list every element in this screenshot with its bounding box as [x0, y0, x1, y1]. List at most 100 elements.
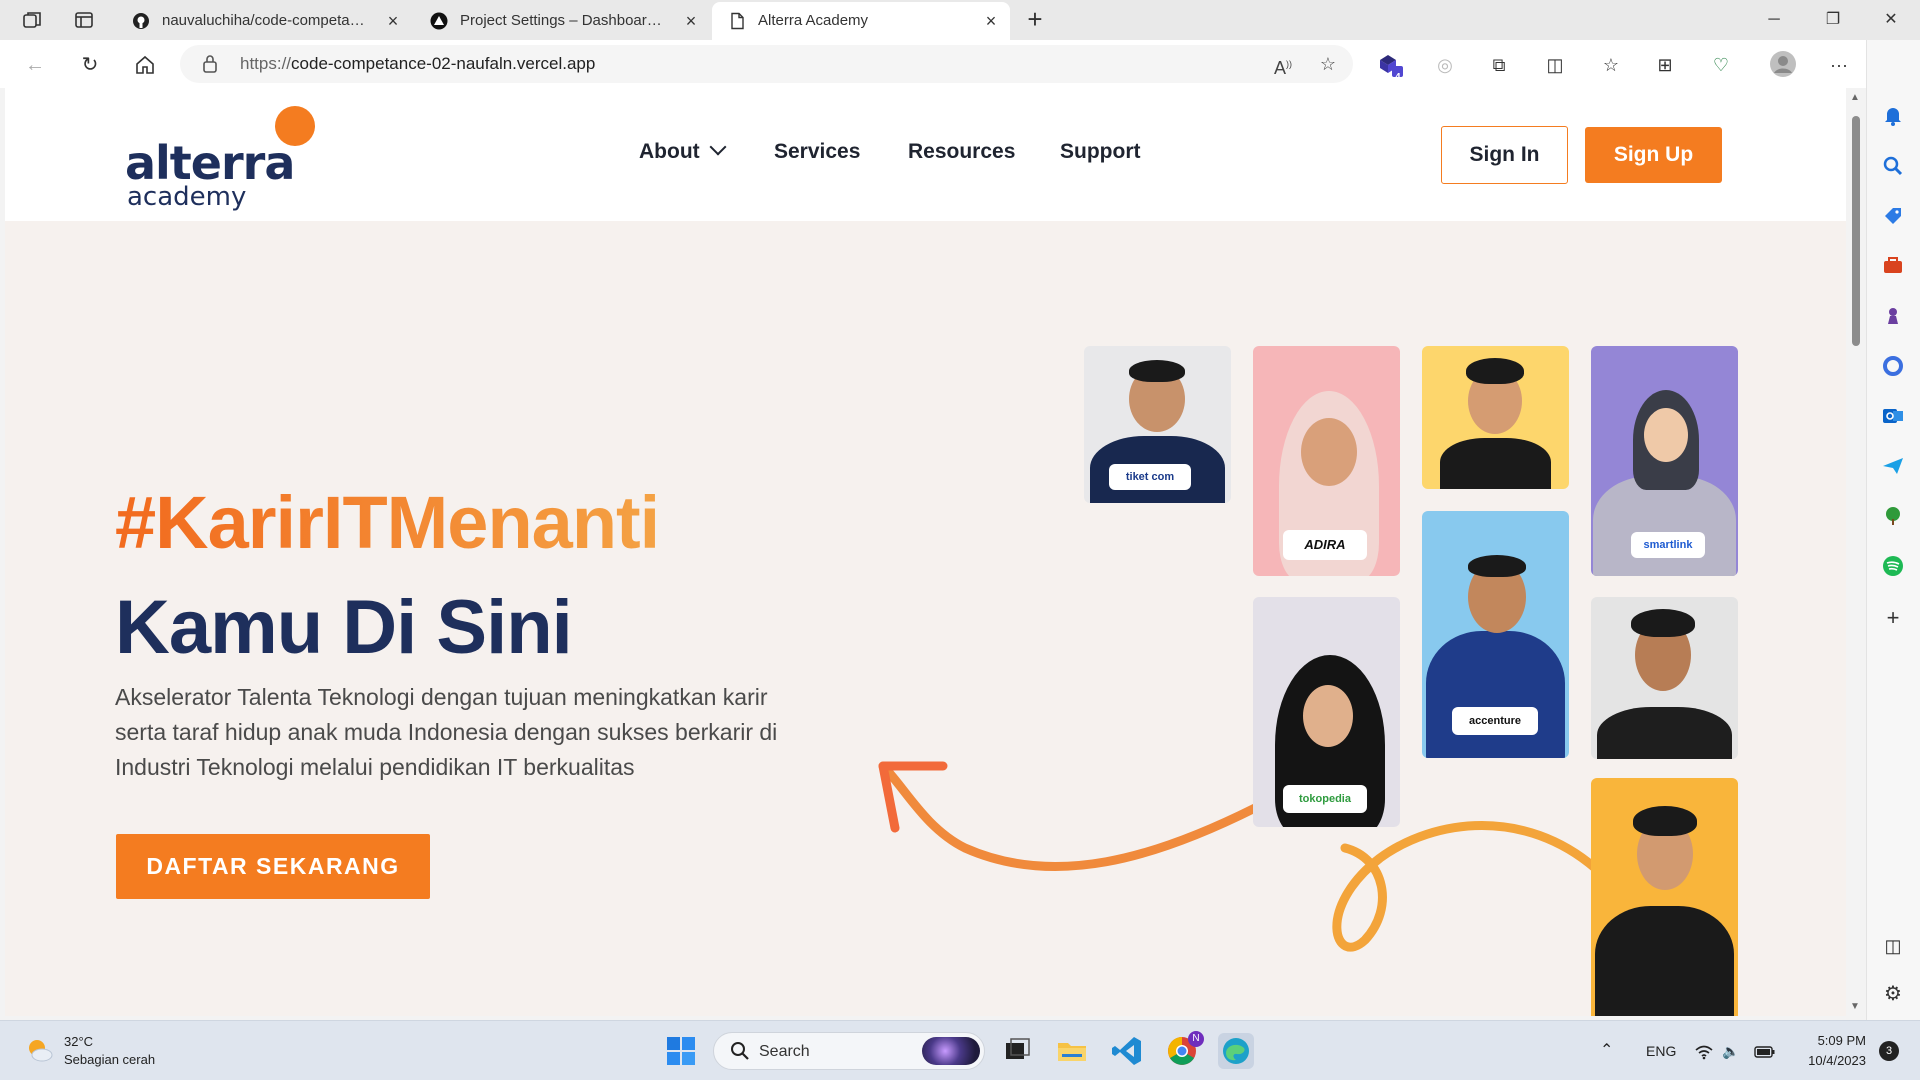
- search-icon: [731, 1042, 749, 1060]
- clock-date: 10/4/2023: [1808, 1053, 1866, 1068]
- extension-icon[interactable]: 4: [1375, 50, 1405, 83]
- person-hair: [1633, 806, 1697, 836]
- sign-in-button[interactable]: Sign In: [1441, 126, 1568, 184]
- close-window-button[interactable]: ✕: [1863, 0, 1919, 40]
- nav-services[interactable]: Services: [774, 140, 860, 164]
- chevron-down-icon: [709, 138, 727, 156]
- alumni-photo-adira: ADIRA: [1253, 346, 1400, 576]
- notification-count-badge[interactable]: 3: [1879, 1041, 1899, 1061]
- spotify-icon[interactable]: [1879, 552, 1907, 580]
- refresh-button[interactable]: ↻: [75, 50, 105, 80]
- chrome-profile-badge: N: [1188, 1031, 1204, 1047]
- browser-essentials-icon[interactable]: ♡: [1706, 50, 1736, 80]
- settings-more-icon[interactable]: ···: [1824, 50, 1854, 80]
- search-icon[interactable]: [1879, 152, 1907, 180]
- system-clock[interactable]: 5:09 PM 10/4/2023: [1786, 1031, 1866, 1071]
- home-icon: [136, 55, 154, 74]
- home-button[interactable]: [130, 50, 160, 80]
- file-explorer-icon[interactable]: [1054, 1033, 1090, 1069]
- collections-icon[interactable]: ⊞: [1650, 50, 1680, 80]
- alumni-photo-tokopedia: tokopedia: [1253, 597, 1400, 827]
- weather-widget[interactable]: 32°C Sebagian cerah: [64, 1033, 155, 1069]
- person-body: [1597, 707, 1732, 759]
- extensions-puzzle-icon[interactable]: ⧉: [1484, 50, 1514, 80]
- page-scrollbar[interactable]: ▲ ▼: [1846, 88, 1866, 1016]
- person-hair: [1468, 555, 1526, 577]
- logo-subtitle: academy: [127, 182, 247, 212]
- language-indicator[interactable]: ENG: [1646, 1021, 1676, 1080]
- tab-alterra-academy[interactable]: Alterra Academy ×: [712, 2, 1010, 40]
- tree-icon[interactable]: [1879, 502, 1907, 530]
- person-body: [1595, 906, 1734, 1016]
- tab-vercel[interactable]: Project Settings – Dashboard – V ×: [414, 2, 710, 40]
- add-sidebar-app-icon[interactable]: +: [1879, 604, 1907, 632]
- tab-title: Alterra Academy: [758, 12, 869, 29]
- nav-resources[interactable]: Resources: [908, 140, 1015, 164]
- outlook-icon[interactable]: [1879, 402, 1907, 430]
- sidebar-settings-gear-icon[interactable]: ⚙: [1879, 980, 1907, 1008]
- scrollbar-thumb[interactable]: [1852, 116, 1860, 346]
- profile-avatar[interactable]: [1768, 50, 1798, 80]
- register-now-button[interactable]: DAFTAR SEKARANG: [116, 834, 430, 899]
- browser-toolbar: ← ↻ https://code-competance-02-naufaln.v…: [0, 40, 1920, 88]
- send-plane-icon[interactable]: [1879, 452, 1907, 480]
- tools-briefcase-icon[interactable]: [1879, 252, 1907, 280]
- company-badge: tiket com: [1109, 464, 1191, 490]
- favorites-icon[interactable]: ☆: [1596, 50, 1626, 80]
- vercel-icon: [430, 12, 448, 30]
- lock-icon[interactable]: [202, 54, 218, 74]
- new-tab-button[interactable]: +: [1020, 4, 1050, 35]
- notification-bell-icon[interactable]: [1879, 102, 1907, 130]
- person-body: [1593, 476, 1736, 576]
- hide-sidebar-icon[interactable]: ◫: [1879, 932, 1907, 960]
- company-badge: tokopedia: [1283, 785, 1367, 813]
- nav-support[interactable]: Support: [1060, 140, 1140, 164]
- chrome-icon[interactable]: N: [1164, 1031, 1204, 1069]
- hero-description: Akselerator Talenta Teknologi dengan tuj…: [115, 684, 778, 780]
- microsoft-365-icon[interactable]: [1879, 352, 1907, 380]
- tab-actions-icon[interactable]: [72, 8, 96, 32]
- close-tab-icon[interactable]: ×: [384, 2, 402, 40]
- tab-github[interactable]: nauvaluchiha/code-competance- ×: [116, 2, 412, 40]
- task-view-icon[interactable]: [1000, 1033, 1036, 1069]
- edge-sidebar: + ◫ ⚙: [1866, 40, 1920, 1020]
- close-tab-icon[interactable]: ×: [982, 2, 1000, 40]
- windows-start-button[interactable]: [663, 1033, 699, 1069]
- restore-button[interactable]: ❐: [1805, 0, 1861, 40]
- alumni-photo-7: [1591, 778, 1738, 1016]
- weather-condition: Sebagian cerah: [64, 1052, 156, 1067]
- alumni-photo-6: [1591, 597, 1738, 759]
- back-button[interactable]: ←: [20, 50, 50, 80]
- close-tab-icon[interactable]: ×: [682, 2, 700, 40]
- company-badge: smartlink: [1631, 532, 1705, 558]
- minimize-button[interactable]: ─: [1746, 0, 1802, 40]
- volume-icon[interactable]: 🔈: [1722, 1021, 1739, 1080]
- site-header: alterra academy About Services Resources…: [5, 88, 1846, 221]
- sign-up-button[interactable]: Sign Up: [1585, 127, 1722, 183]
- company-badge: ADIRA: [1283, 530, 1367, 560]
- address-bar[interactable]: https://code-competance-02-naufaln.verce…: [180, 45, 1353, 83]
- nav-about[interactable]: About: [639, 138, 727, 164]
- avatar-icon: [1770, 51, 1796, 77]
- read-aloud-icon[interactable]: A)): [1268, 49, 1298, 79]
- shopping-tag-icon[interactable]: [1879, 202, 1907, 230]
- alterra-academy-logo[interactable]: alterra academy: [125, 106, 325, 212]
- person-body: [1426, 631, 1565, 758]
- weather-partly-cloudy-icon[interactable]: [24, 1035, 54, 1065]
- show-hidden-icons-chevron[interactable]: ⌃: [1600, 1021, 1613, 1080]
- hero-headline: Kamu Di Sini: [115, 585, 573, 670]
- scroll-up-arrow[interactable]: ▲: [1850, 92, 1860, 103]
- split-screen-icon[interactable]: ◫: [1540, 50, 1570, 80]
- taskbar-search[interactable]: Search: [713, 1032, 985, 1070]
- workspaces-icon[interactable]: [20, 8, 44, 32]
- favorite-star-icon[interactable]: ☆: [1313, 49, 1343, 79]
- alumni-photo-3: [1422, 346, 1569, 489]
- edge-icon[interactable]: [1218, 1033, 1254, 1069]
- browser-tab-strip: nauvaluchiha/code-competance- × Project …: [0, 0, 1920, 40]
- wifi-icon[interactable]: [1694, 1021, 1714, 1080]
- scroll-down-arrow[interactable]: ▼: [1850, 1001, 1860, 1012]
- copilot-disabled-icon[interactable]: ◎: [1430, 50, 1460, 80]
- vscode-icon[interactable]: [1109, 1033, 1145, 1069]
- battery-icon[interactable]: [1754, 1021, 1776, 1080]
- games-chess-icon[interactable]: [1879, 302, 1907, 330]
